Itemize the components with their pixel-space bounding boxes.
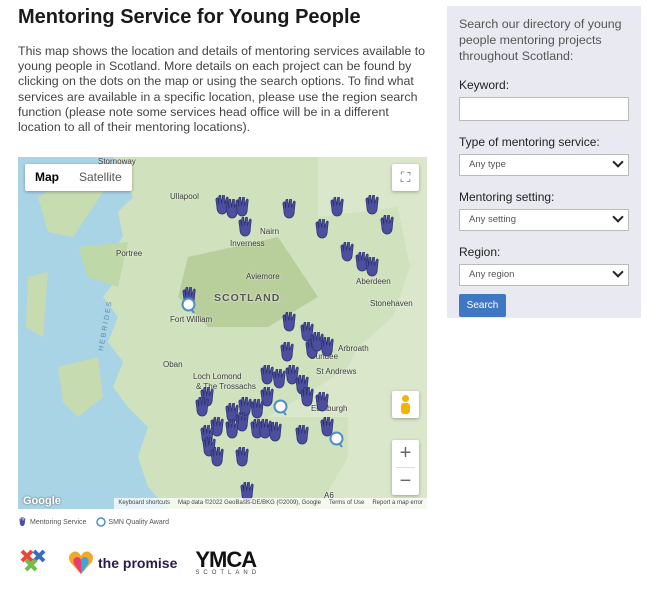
map-label-fort-william: Fort William [170, 315, 213, 324]
map-label-scotland: SCOTLAND [214, 292, 281, 304]
mentoring-marker[interactable] [314, 391, 333, 413]
type-select[interactable]: Any type [459, 154, 629, 176]
setting-select-value: Any setting [469, 214, 516, 225]
promise-text: the promise [98, 554, 178, 571]
mentoring-marker[interactable] [379, 214, 398, 236]
map-label-aviemore: Aviemore [246, 272, 280, 281]
mentoring-marker[interactable] [209, 446, 228, 468]
zoom-in-button[interactable]: + [392, 440, 419, 467]
map-footer: Keyboard shortcuts Map data ©2022 GeoBas… [114, 498, 427, 509]
quality-award-marker[interactable] [329, 431, 344, 448]
zoom-out-button[interactable]: − [392, 468, 419, 495]
map-type-map[interactable]: Map [25, 164, 69, 191]
chevron-down-icon [612, 211, 624, 223]
map-label-nairn: Nairn [260, 227, 280, 236]
mentoring-marker[interactable] [237, 216, 256, 238]
hand-icon [18, 516, 28, 527]
fullscreen-icon[interactable]: ⛶ [392, 164, 419, 191]
map-label-st-andrews: St Andrews [316, 367, 357, 376]
setting-label: Mentoring setting: [459, 190, 555, 204]
intro-text: This map shows the location and details … [18, 44, 426, 135]
partner-logos: the promise YMCA SCOTLAND [18, 548, 260, 578]
heart-icon [69, 551, 93, 574]
search-button[interactable]: Search [459, 294, 506, 317]
map-label-stornoway: Stornoway [98, 157, 136, 166]
award-icon [96, 517, 107, 527]
report-error-link[interactable]: Report a map error [372, 498, 423, 509]
type-label: Type of mentoring service: [459, 135, 600, 149]
includem-logo[interactable] [18, 548, 50, 578]
promise-logo[interactable]: the promise [68, 550, 177, 576]
includem-mark [20, 549, 46, 572]
ymca-logo[interactable]: YMCA SCOTLAND [195, 547, 261, 577]
map-label-portree: Portree [116, 249, 143, 258]
map-label-arbroath: Arbroath [338, 344, 369, 353]
terms-link[interactable]: Terms of Use [329, 498, 364, 509]
ymca-text: YMCA [195, 547, 257, 572]
mentoring-marker[interactable] [281, 311, 300, 333]
mentoring-marker[interactable] [194, 396, 213, 418]
mentoring-marker[interactable] [364, 194, 383, 216]
quality-award-marker[interactable] [181, 297, 196, 314]
keyword-input[interactable] [459, 97, 629, 121]
type-select-value: Any type [469, 159, 506, 170]
map-label-aberdeen: Aberdeen [356, 277, 391, 286]
map-label-oban: Oban [163, 360, 183, 369]
mentoring-marker[interactable] [319, 336, 338, 358]
mentoring-marker[interactable] [364, 256, 383, 278]
mentoring-marker[interactable] [234, 446, 253, 468]
mentoring-marker[interactable] [329, 196, 348, 218]
legend-quality: SMN Quality Award [96, 517, 169, 527]
mentoring-marker[interactable] [294, 424, 313, 446]
map-type-toggle[interactable]: Map Satellite [25, 164, 132, 191]
region-select[interactable]: Any region [459, 264, 629, 286]
map-label-loch-lomond: Loch Lomond [193, 372, 242, 381]
keyboard-shortcuts-link[interactable]: Keyboard shortcuts [118, 498, 170, 509]
region-label: Region: [459, 245, 501, 259]
map-label-ullapool: Ullapool [170, 192, 199, 201]
quality-award-marker[interactable] [273, 399, 288, 416]
pegman-icon[interactable] [392, 391, 419, 418]
map-type-satellite[interactable]: Satellite [69, 164, 132, 191]
page-title: Mentoring Service for Young People [18, 6, 361, 28]
map-label-inverness: Inverness [230, 239, 265, 248]
keyword-label: Keyword: [459, 78, 510, 92]
legend-mentoring: Mentoring Service [18, 516, 87, 527]
region-select-value: Any region [469, 269, 515, 280]
chevron-down-icon [612, 156, 624, 168]
mentoring-marker[interactable] [234, 196, 253, 218]
mentoring-marker[interactable] [279, 341, 298, 363]
legend-quality-label: SMN Quality Award [108, 518, 169, 526]
mentoring-marker[interactable] [314, 218, 333, 240]
mentoring-marker[interactable] [267, 421, 286, 443]
mentoring-marker[interactable] [281, 198, 300, 220]
map-legend: Mentoring Service SMN Quality Award [18, 516, 169, 527]
map[interactable]: Map Satellite ⛶ Stornoway Ullapool Nairn… [18, 157, 427, 509]
google-logo[interactable]: Google [23, 495, 61, 507]
search-panel-intro: Search our directory of young people men… [459, 17, 622, 63]
legend-mentoring-label: Mentoring Service [30, 518, 87, 526]
chevron-down-icon [612, 266, 624, 278]
ymca-subtext: SCOTLAND [195, 570, 261, 576]
map-label-stonehaven: Stonehaven [370, 299, 413, 308]
map-data-text: Map data ©2022 GeoBasis-DE/BKG (©2009), … [178, 500, 321, 506]
search-panel: Search our directory of young people men… [447, 6, 641, 318]
setting-select[interactable]: Any setting [459, 209, 629, 231]
zoom-control: + − [392, 440, 419, 495]
